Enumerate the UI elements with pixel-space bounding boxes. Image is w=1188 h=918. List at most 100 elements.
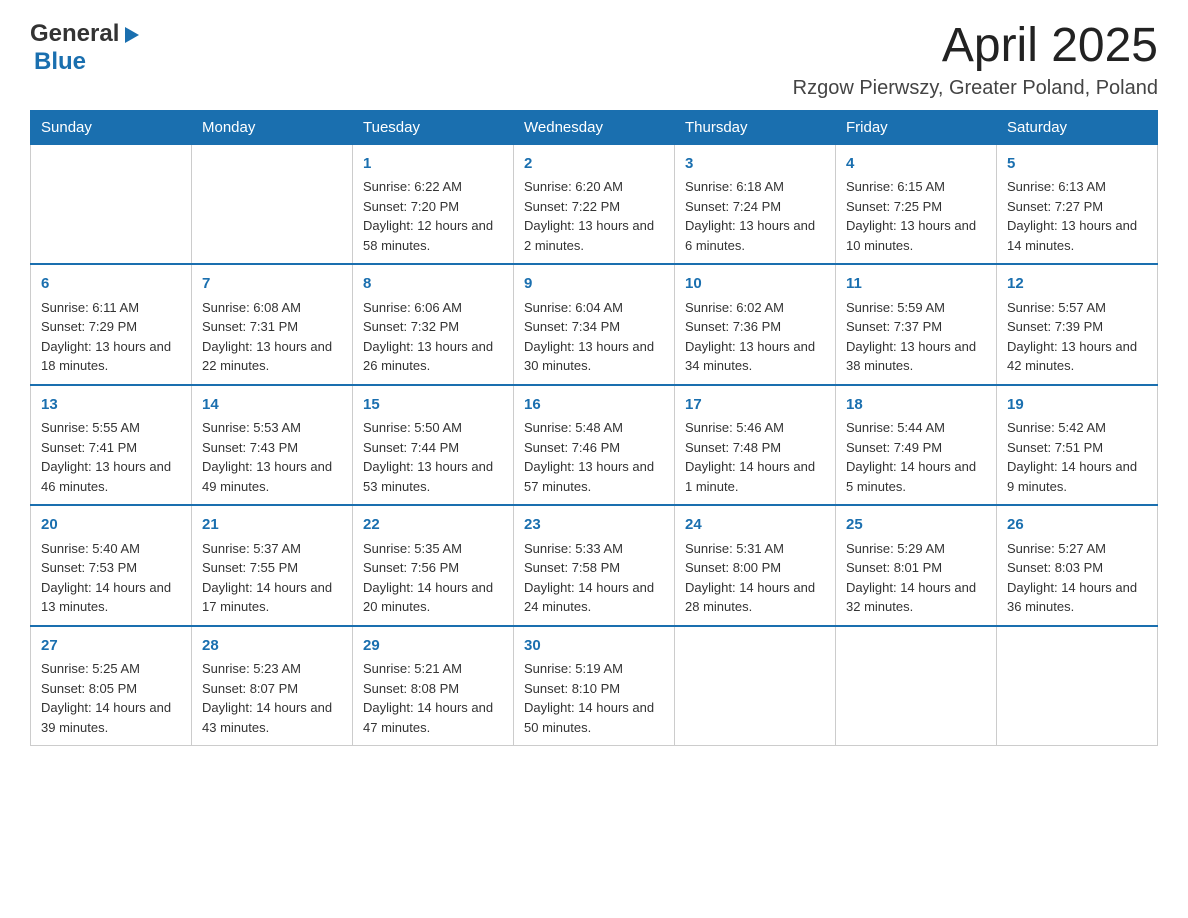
calendar-week-row: 27Sunrise: 5:25 AM Sunset: 8:05 PM Dayli… <box>31 626 1158 746</box>
location-title: Rzgow Pierwszy, Greater Poland, Poland <box>793 77 1158 100</box>
day-info: Sunrise: 5:19 AM Sunset: 8:10 PM Dayligh… <box>524 659 664 737</box>
page-header: General Blue April 2025 Rzgow Pierwszy, … <box>30 20 1158 100</box>
calendar-cell: 30Sunrise: 5:19 AM Sunset: 8:10 PM Dayli… <box>514 626 675 746</box>
day-info: Sunrise: 5:46 AM Sunset: 7:48 PM Dayligh… <box>685 418 825 496</box>
day-number: 22 <box>363 514 503 537</box>
day-number: 4 <box>846 153 986 176</box>
day-info: Sunrise: 6:11 AM Sunset: 7:29 PM Dayligh… <box>41 298 181 376</box>
day-info: Sunrise: 5:25 AM Sunset: 8:05 PM Dayligh… <box>41 659 181 737</box>
day-info: Sunrise: 6:15 AM Sunset: 7:25 PM Dayligh… <box>846 177 986 255</box>
calendar-cell <box>836 626 997 746</box>
calendar-cell: 10Sunrise: 6:02 AM Sunset: 7:36 PM Dayli… <box>675 264 836 385</box>
day-info: Sunrise: 5:27 AM Sunset: 8:03 PM Dayligh… <box>1007 539 1147 617</box>
day-number: 1 <box>363 153 503 176</box>
logo-general-text: General <box>30 20 119 48</box>
day-info: Sunrise: 6:18 AM Sunset: 7:24 PM Dayligh… <box>685 177 825 255</box>
weekday-header-tuesday: Tuesday <box>353 110 514 144</box>
day-info: Sunrise: 5:29 AM Sunset: 8:01 PM Dayligh… <box>846 539 986 617</box>
calendar-cell: 22Sunrise: 5:35 AM Sunset: 7:56 PM Dayli… <box>353 505 514 626</box>
day-number: 3 <box>685 153 825 176</box>
day-number: 30 <box>524 635 664 658</box>
day-number: 7 <box>202 273 342 296</box>
weekday-header-saturday: Saturday <box>997 110 1158 144</box>
day-number: 28 <box>202 635 342 658</box>
day-number: 24 <box>685 514 825 537</box>
day-number: 14 <box>202 394 342 417</box>
calendar-cell: 13Sunrise: 5:55 AM Sunset: 7:41 PM Dayli… <box>31 385 192 506</box>
weekday-header-friday: Friday <box>836 110 997 144</box>
weekday-header-wednesday: Wednesday <box>514 110 675 144</box>
calendar-table: SundayMondayTuesdayWednesdayThursdayFrid… <box>30 110 1158 747</box>
day-info: Sunrise: 5:33 AM Sunset: 7:58 PM Dayligh… <box>524 539 664 617</box>
month-title: April 2025 <box>793 20 1158 73</box>
calendar-cell: 20Sunrise: 5:40 AM Sunset: 7:53 PM Dayli… <box>31 505 192 626</box>
day-info: Sunrise: 5:48 AM Sunset: 7:46 PM Dayligh… <box>524 418 664 496</box>
day-number: 13 <box>41 394 181 417</box>
day-number: 8 <box>363 273 503 296</box>
calendar-cell: 7Sunrise: 6:08 AM Sunset: 7:31 PM Daylig… <box>192 264 353 385</box>
calendar-cell: 14Sunrise: 5:53 AM Sunset: 7:43 PM Dayli… <box>192 385 353 506</box>
day-info: Sunrise: 6:02 AM Sunset: 7:36 PM Dayligh… <box>685 298 825 376</box>
day-number: 5 <box>1007 153 1147 176</box>
day-info: Sunrise: 5:31 AM Sunset: 8:00 PM Dayligh… <box>685 539 825 617</box>
day-info: Sunrise: 6:06 AM Sunset: 7:32 PM Dayligh… <box>363 298 503 376</box>
calendar-cell: 21Sunrise: 5:37 AM Sunset: 7:55 PM Dayli… <box>192 505 353 626</box>
day-info: Sunrise: 5:40 AM Sunset: 7:53 PM Dayligh… <box>41 539 181 617</box>
calendar-cell <box>192 144 353 264</box>
day-number: 18 <box>846 394 986 417</box>
day-info: Sunrise: 6:22 AM Sunset: 7:20 PM Dayligh… <box>363 177 503 255</box>
day-number: 17 <box>685 394 825 417</box>
calendar-cell: 5Sunrise: 6:13 AM Sunset: 7:27 PM Daylig… <box>997 144 1158 264</box>
day-info: Sunrise: 5:37 AM Sunset: 7:55 PM Dayligh… <box>202 539 342 617</box>
day-info: Sunrise: 5:35 AM Sunset: 7:56 PM Dayligh… <box>363 539 503 617</box>
day-number: 9 <box>524 273 664 296</box>
weekday-header-thursday: Thursday <box>675 110 836 144</box>
calendar-week-row: 20Sunrise: 5:40 AM Sunset: 7:53 PM Dayli… <box>31 505 1158 626</box>
calendar-cell: 8Sunrise: 6:06 AM Sunset: 7:32 PM Daylig… <box>353 264 514 385</box>
day-info: Sunrise: 6:13 AM Sunset: 7:27 PM Dayligh… <box>1007 177 1147 255</box>
day-number: 27 <box>41 635 181 658</box>
day-number: 25 <box>846 514 986 537</box>
day-number: 16 <box>524 394 664 417</box>
weekday-header-monday: Monday <box>192 110 353 144</box>
calendar-cell: 28Sunrise: 5:23 AM Sunset: 8:07 PM Dayli… <box>192 626 353 746</box>
weekday-header-sunday: Sunday <box>31 110 192 144</box>
logo-blue-text: Blue <box>34 48 86 75</box>
calendar-week-row: 1Sunrise: 6:22 AM Sunset: 7:20 PM Daylig… <box>31 144 1158 264</box>
calendar-cell: 19Sunrise: 5:42 AM Sunset: 7:51 PM Dayli… <box>997 385 1158 506</box>
day-info: Sunrise: 6:20 AM Sunset: 7:22 PM Dayligh… <box>524 177 664 255</box>
day-number: 6 <box>41 273 181 296</box>
weekday-header-row: SundayMondayTuesdayWednesdayThursdayFrid… <box>31 110 1158 144</box>
calendar-week-row: 13Sunrise: 5:55 AM Sunset: 7:41 PM Dayli… <box>31 385 1158 506</box>
calendar-week-row: 6Sunrise: 6:11 AM Sunset: 7:29 PM Daylig… <box>31 264 1158 385</box>
day-info: Sunrise: 6:04 AM Sunset: 7:34 PM Dayligh… <box>524 298 664 376</box>
day-number: 26 <box>1007 514 1147 537</box>
day-number: 12 <box>1007 273 1147 296</box>
logo-triangle-icon <box>121 25 141 45</box>
calendar-cell: 9Sunrise: 6:04 AM Sunset: 7:34 PM Daylig… <box>514 264 675 385</box>
day-number: 19 <box>1007 394 1147 417</box>
calendar-cell: 12Sunrise: 5:57 AM Sunset: 7:39 PM Dayli… <box>997 264 1158 385</box>
calendar-cell: 11Sunrise: 5:59 AM Sunset: 7:37 PM Dayli… <box>836 264 997 385</box>
calendar-cell: 26Sunrise: 5:27 AM Sunset: 8:03 PM Dayli… <box>997 505 1158 626</box>
calendar-cell: 4Sunrise: 6:15 AM Sunset: 7:25 PM Daylig… <box>836 144 997 264</box>
calendar-cell: 3Sunrise: 6:18 AM Sunset: 7:24 PM Daylig… <box>675 144 836 264</box>
calendar-cell <box>31 144 192 264</box>
calendar-cell: 1Sunrise: 6:22 AM Sunset: 7:20 PM Daylig… <box>353 144 514 264</box>
day-number: 29 <box>363 635 503 658</box>
day-info: Sunrise: 5:53 AM Sunset: 7:43 PM Dayligh… <box>202 418 342 496</box>
calendar-cell: 25Sunrise: 5:29 AM Sunset: 8:01 PM Dayli… <box>836 505 997 626</box>
calendar-cell <box>675 626 836 746</box>
calendar-cell: 29Sunrise: 5:21 AM Sunset: 8:08 PM Dayli… <box>353 626 514 746</box>
calendar-cell: 16Sunrise: 5:48 AM Sunset: 7:46 PM Dayli… <box>514 385 675 506</box>
calendar-cell: 18Sunrise: 5:44 AM Sunset: 7:49 PM Dayli… <box>836 385 997 506</box>
day-info: Sunrise: 5:42 AM Sunset: 7:51 PM Dayligh… <box>1007 418 1147 496</box>
day-info: Sunrise: 5:23 AM Sunset: 8:07 PM Dayligh… <box>202 659 342 737</box>
calendar-cell: 24Sunrise: 5:31 AM Sunset: 8:00 PM Dayli… <box>675 505 836 626</box>
day-number: 21 <box>202 514 342 537</box>
day-number: 11 <box>846 273 986 296</box>
calendar-cell <box>997 626 1158 746</box>
day-info: Sunrise: 5:21 AM Sunset: 8:08 PM Dayligh… <box>363 659 503 737</box>
day-info: Sunrise: 5:59 AM Sunset: 7:37 PM Dayligh… <box>846 298 986 376</box>
day-number: 23 <box>524 514 664 537</box>
